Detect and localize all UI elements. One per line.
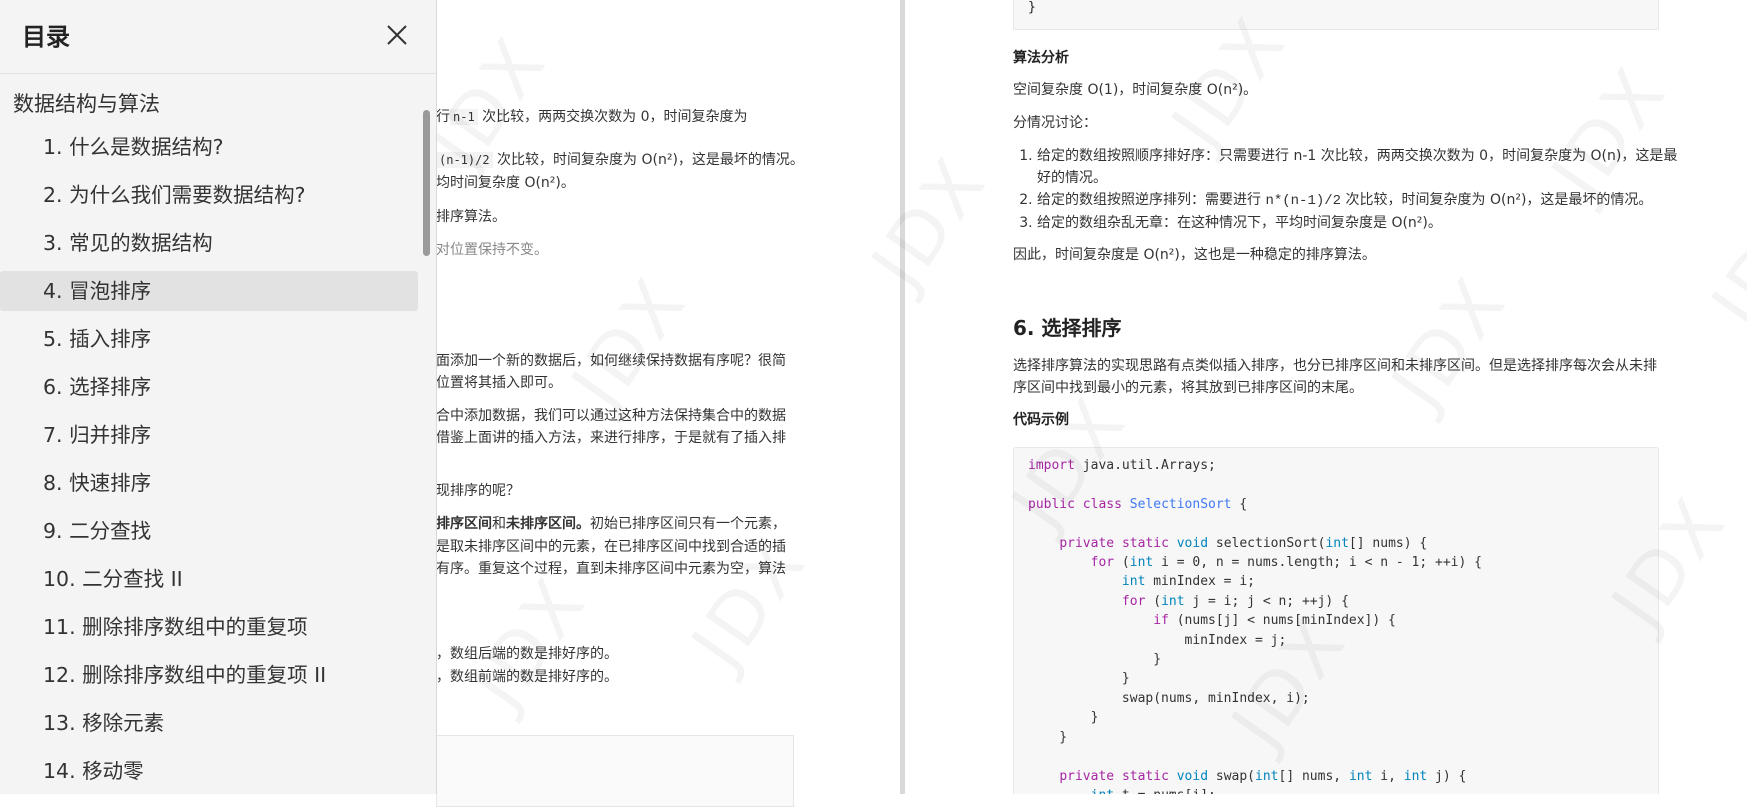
code-text: import java.util.Arrays; public class Se…	[1028, 458, 1482, 794]
toc-item[interactable]: 4. 冒泡排序	[0, 271, 418, 311]
toc-item[interactable]: 1. 什么是数据结构?	[0, 127, 418, 167]
left-code-block	[436, 735, 794, 807]
conclusion-text: 因此，时间复杂度是 O(n²)，这也是一种稳定的排序算法。	[1013, 247, 1376, 263]
left-text-line: 位置将其插入即可。	[436, 375, 562, 391]
left-text-line: 面添加一个新的数据后，如何继续保持数据有序呢？很简	[436, 353, 786, 369]
left-text-line: 是取未排序区间中的元素，在已排序区间中找到合适的插	[436, 539, 786, 555]
toc-title: 目录	[22, 23, 70, 51]
list-item: 给定的数组杂乱无章：在这种情况下，平均时间复杂度是 O(n²)。	[1037, 212, 1687, 234]
toc-item[interactable]: 14. 移动零	[0, 751, 418, 791]
section-heading: 6. 选择排序	[1013, 316, 1122, 340]
left-text-line: 对位置保持不变。	[436, 242, 548, 258]
code-block: import java.util.Arrays; public class Se…	[1013, 447, 1659, 794]
toc-item[interactable]: 9. 二分查找	[0, 511, 418, 551]
left-text-line: 排序区间和未排序区间。初始已排序区间只有一个元素，	[436, 516, 786, 532]
toc-item[interactable]: 12. 删除排序数组中的重复项 II	[0, 655, 418, 695]
left-text-line: 借鉴上面讲的插入方法，来进行排序，于是就有了插入排	[436, 430, 786, 446]
left-text-line: 合中添加数据，我们可以通过这种方法保持集合中的数据	[436, 408, 786, 424]
toc-panel: 目录 数据结构与算法 1. 什么是数据结构? 2. 为什么我们需要数据结构? 3. …	[0, 0, 437, 794]
left-text-line: 均时间复杂度 O(n²)。	[436, 175, 575, 191]
cases-list: 给定的数组按照顺序排好序：只需要进行 n-1 次比较，两两交换次数为 0，时间复…	[1013, 145, 1687, 234]
list-item: 给定的数组按照逆序排列：需要进行 n*(n-1)/2 次比较，时间复杂度为 O(…	[1037, 189, 1687, 212]
close-icon[interactable]	[382, 20, 412, 50]
toc-item[interactable]: 6. 选择排序	[0, 367, 418, 407]
toc-scrollbar[interactable]	[423, 110, 430, 256]
toc-item[interactable]: 13. 移除元素	[0, 703, 418, 743]
toc-header: 目录	[0, 0, 436, 74]
left-text-line: ，数组后端的数是排好序的。	[436, 646, 618, 662]
section-description: 选择排序算法的实现思路有点类似插入排序，也分已排序区间和未排序区间。但是选择排序…	[1013, 358, 1657, 396]
toc-item[interactable]: 10. 二分查找 II	[0, 559, 418, 599]
toc-item[interactable]: 3. 常见的数据结构	[0, 223, 418, 263]
toc-item[interactable]: 5. 插入排序	[0, 319, 418, 359]
left-text-line: 行 n-1 次比较，两两交换次数为 0，时间复杂度为	[436, 109, 748, 125]
toc-list: 1. 什么是数据结构? 2. 为什么我们需要数据结构? 3. 常见的数据结构 4. 冒…	[0, 127, 418, 794]
code-block-end: }	[1013, 0, 1659, 30]
toc-item[interactable]: 2. 为什么我们需要数据结构?	[0, 175, 418, 215]
left-text-line: 现排序的呢？	[436, 483, 520, 499]
left-text-line: 排序算法。	[436, 209, 506, 225]
code-example-heading: 代码示例	[1013, 412, 1069, 428]
left-text-line: (n-1)/2 次比较，时间复杂度为 O(n²)，这是最坏的情况。	[436, 149, 804, 171]
page-right: } 算法分析 空间复杂度 O(1)，时间复杂度 O(n²)。 分情况讨论： 给定…	[905, 0, 1747, 794]
toc-section-title[interactable]: 数据结构与算法	[13, 88, 160, 118]
left-text-line: ，数组前端的数是排好序的。	[436, 669, 618, 685]
cases-intro: 分情况讨论：	[1013, 115, 1097, 131]
list-item: 给定的数组按照顺序排好序：只需要进行 n-1 次比较，两两交换次数为 0，时间复…	[1037, 145, 1687, 189]
toc-item[interactable]: 8. 快速排序	[0, 463, 418, 503]
analysis-heading: 算法分析	[1013, 50, 1069, 66]
left-text-line: 有序。重复这个过程，直到未排序区间中元素为空，算法	[436, 561, 786, 577]
complexity-text: 空间复杂度 O(1)，时间复杂度 O(n²)。	[1013, 82, 1258, 98]
toc-item[interactable]: 7. 归并排序	[0, 415, 418, 455]
toc-item[interactable]: 11. 删除排序数组中的重复项	[0, 607, 418, 647]
